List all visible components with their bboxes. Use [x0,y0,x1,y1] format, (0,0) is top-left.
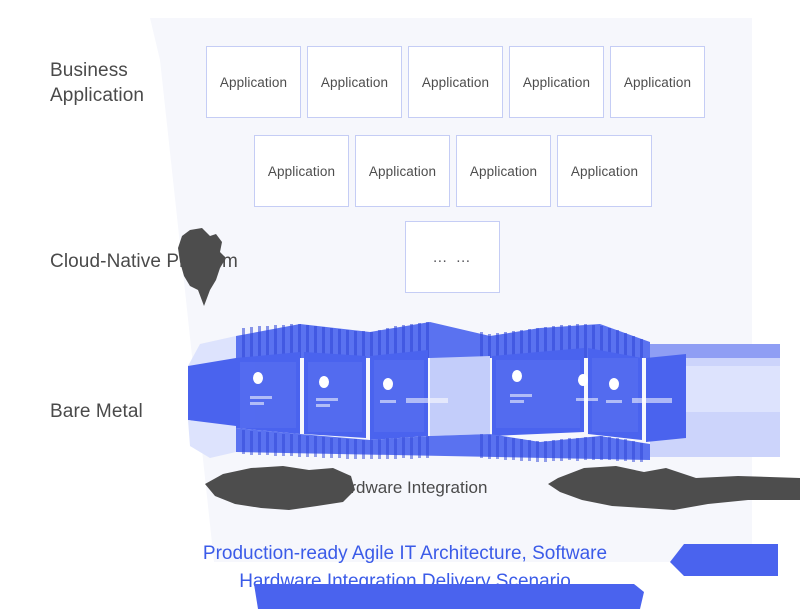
bottom-caption-line-1: Production-ready Agile IT Architecture, … [202,543,608,564]
application-box-label: Application [522,74,591,90]
tier-label-business-application: Business Application [50,60,145,106]
redaction-blob-platform [178,228,226,306]
application-box[interactable]: Application [456,135,551,207]
application-box-label: Application [320,74,389,90]
application-box-label: Application [219,74,288,90]
application-box[interactable]: Application [557,135,652,207]
application-box-label: Application [267,163,336,179]
application-box[interactable]: Application [355,135,450,207]
application-box[interactable]: Application [408,46,503,118]
application-box-label: Application [570,163,639,179]
application-box[interactable]: Application [206,46,301,118]
application-box[interactable]: Application [509,46,604,118]
application-box[interactable]: Application [610,46,705,118]
server-rack-illustration [188,322,780,462]
tier-label-bare-metal: Bare Metal [50,401,143,422]
redaction-blob-caption-bottom [254,584,644,609]
application-box[interactable]: Application [254,135,349,207]
application-box-label: Application [368,163,437,179]
ellipsis-label: … … [432,248,473,266]
application-box-label: Application [421,74,490,90]
application-box-ellipsis[interactable]: … … [405,221,500,293]
application-box[interactable]: Application [307,46,402,118]
redaction-blob-mid-left [205,466,355,510]
redaction-blob-mid-right [548,466,800,510]
application-box-label: Application [623,74,692,90]
diagram-canvas: Business Application Cloud-Native Platfo… [0,0,800,609]
application-box-label: Application [469,163,538,179]
redaction-blob-caption-right [670,544,778,576]
